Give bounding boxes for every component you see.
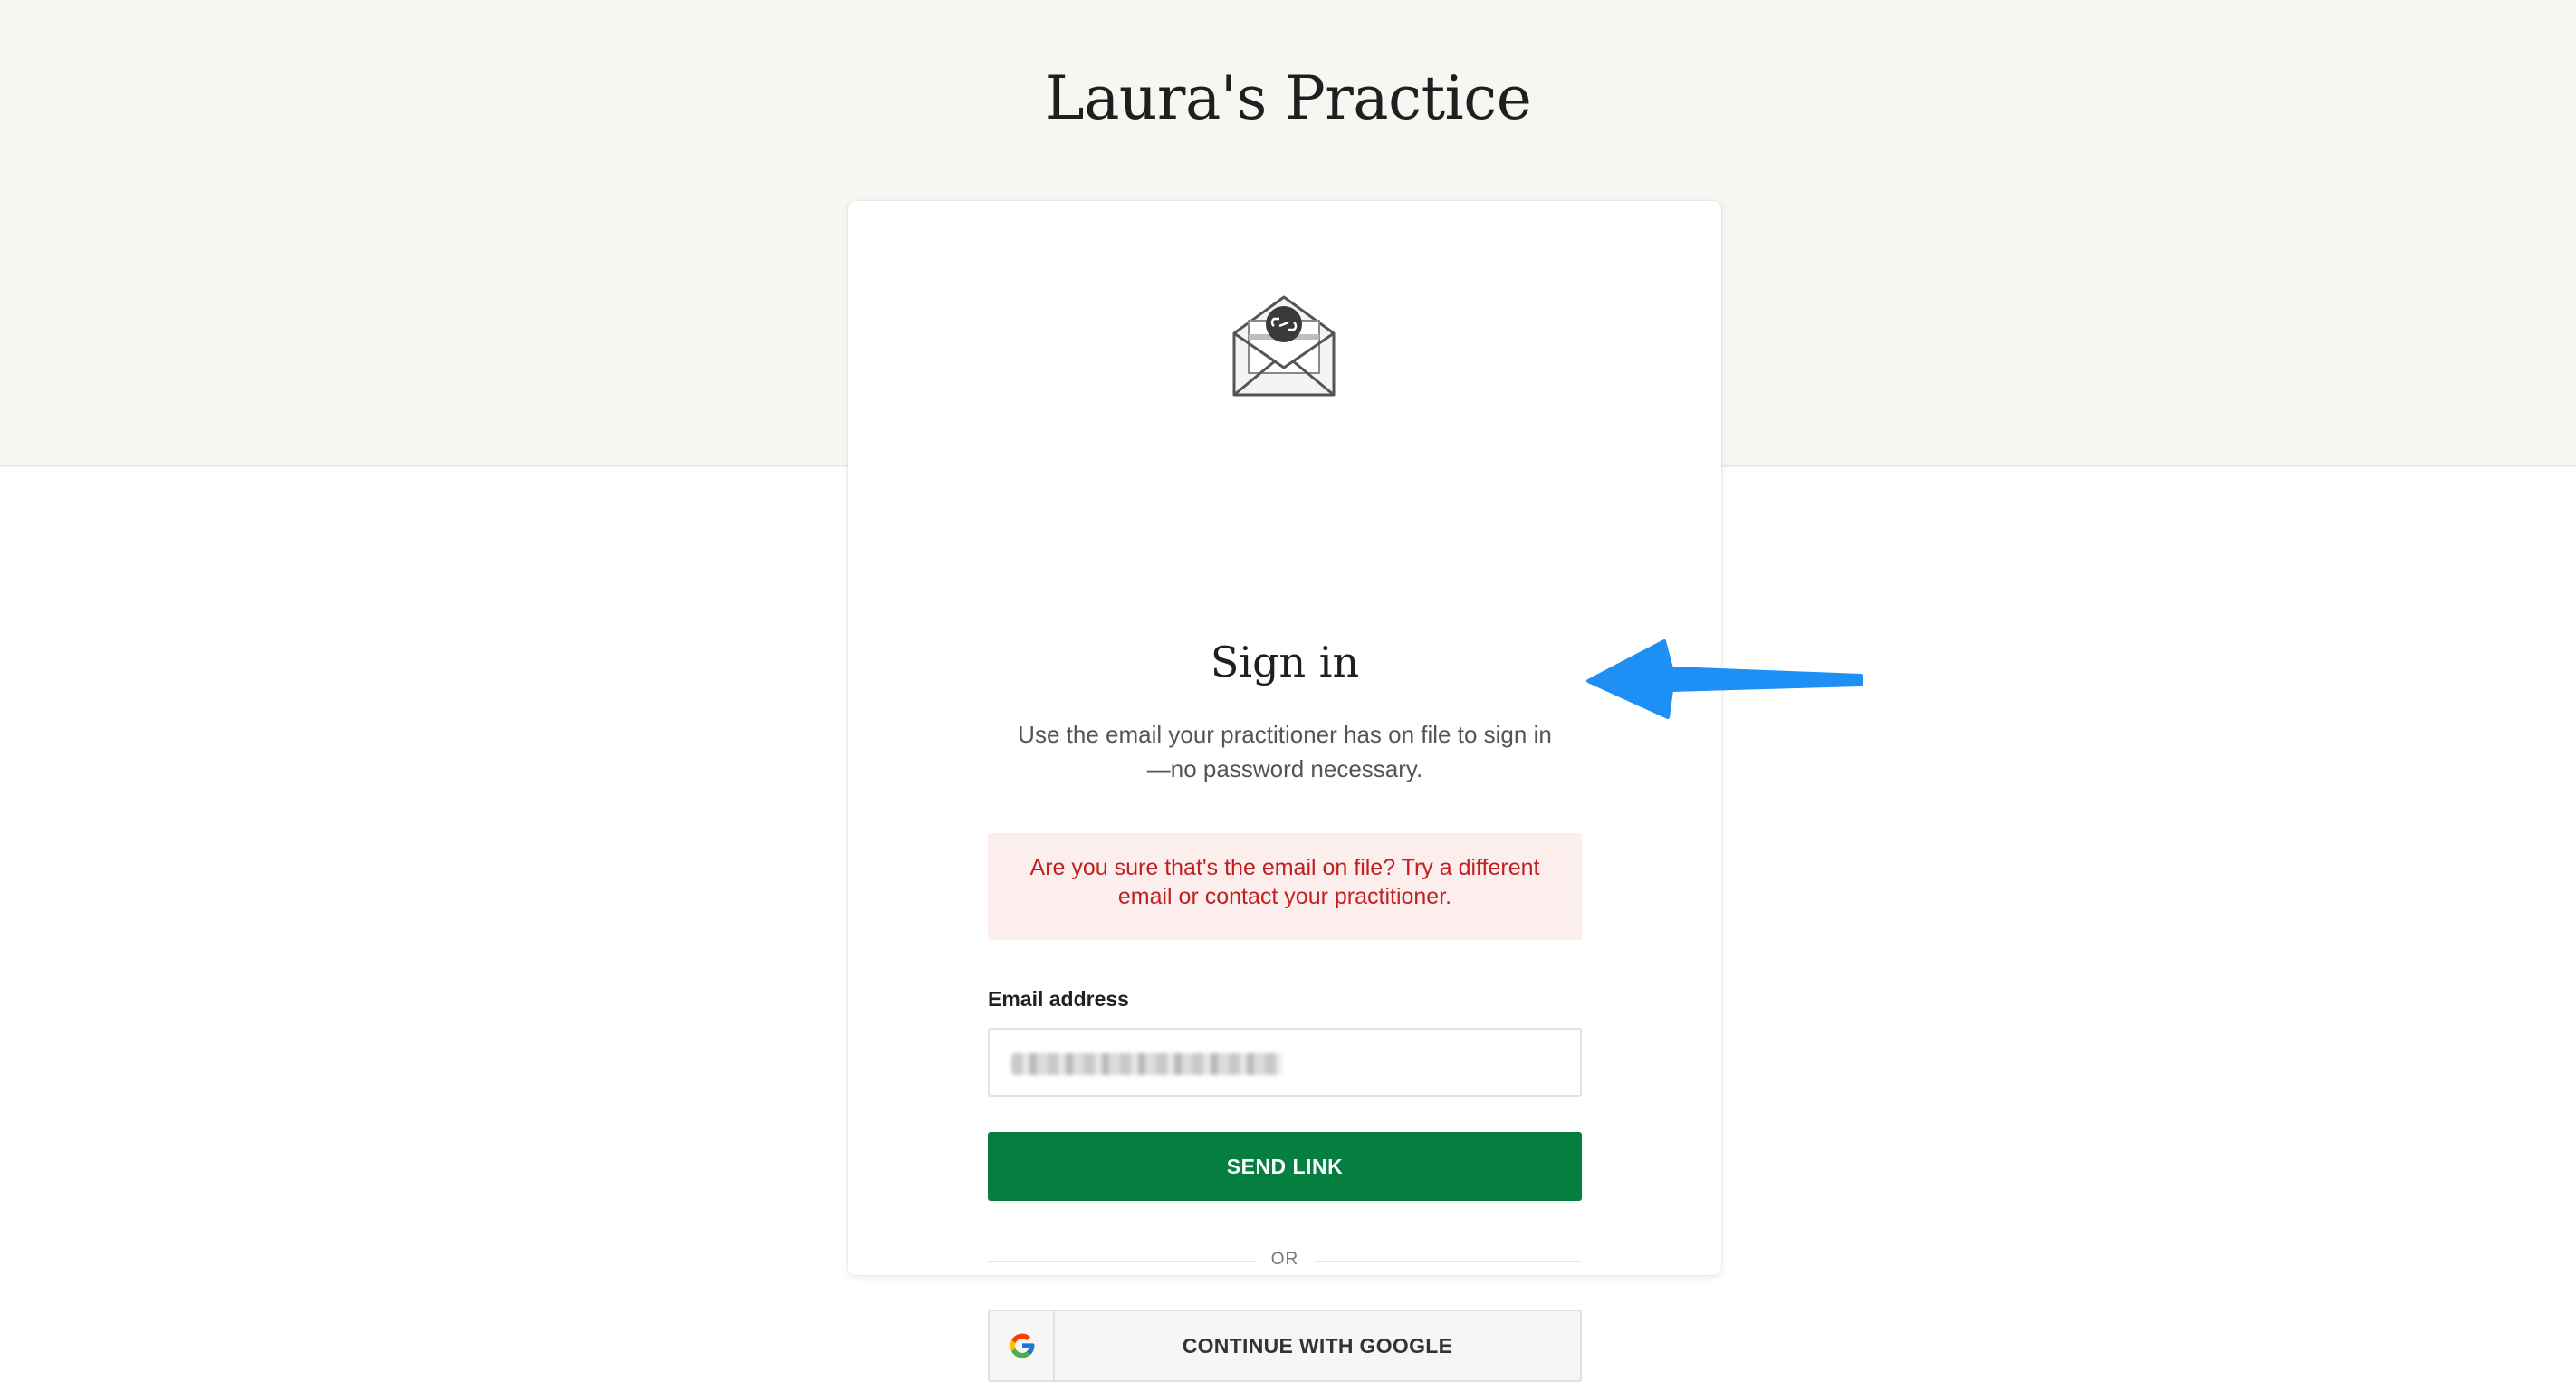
or-divider: OR [988,1250,1582,1272]
google-icon [1010,1333,1035,1358]
signin-subtitle: Use the email your practitioner has on f… [1018,721,1552,782]
signin-card: Sign in Use the email your practitioner … [848,201,1721,1382]
practice-title: Laura's Practice [1044,63,1532,133]
send-link-button[interactable]: SEND LINK [988,1132,1582,1201]
error-alert: Are you sure that's the email on file? T… [988,833,1582,940]
envelope-link-icon [1216,272,1352,408]
error-message: Are you sure that's the email on file? T… [1029,855,1540,909]
divider-line-right [1314,1261,1582,1262]
email-field[interactable] [988,1028,1582,1097]
divider-label: OR [1270,1250,1299,1269]
arrow-icon [1586,639,1863,719]
google-button-label: CONTINUE WITH GOOGLE [1182,1334,1453,1358]
google-icon-container [990,1311,1055,1380]
continue-with-google-button[interactable]: CONTINUE WITH GOOGLE [988,1310,1582,1382]
redacted-email-value [1011,1053,1281,1075]
email-label: Email address [988,987,1129,1011]
